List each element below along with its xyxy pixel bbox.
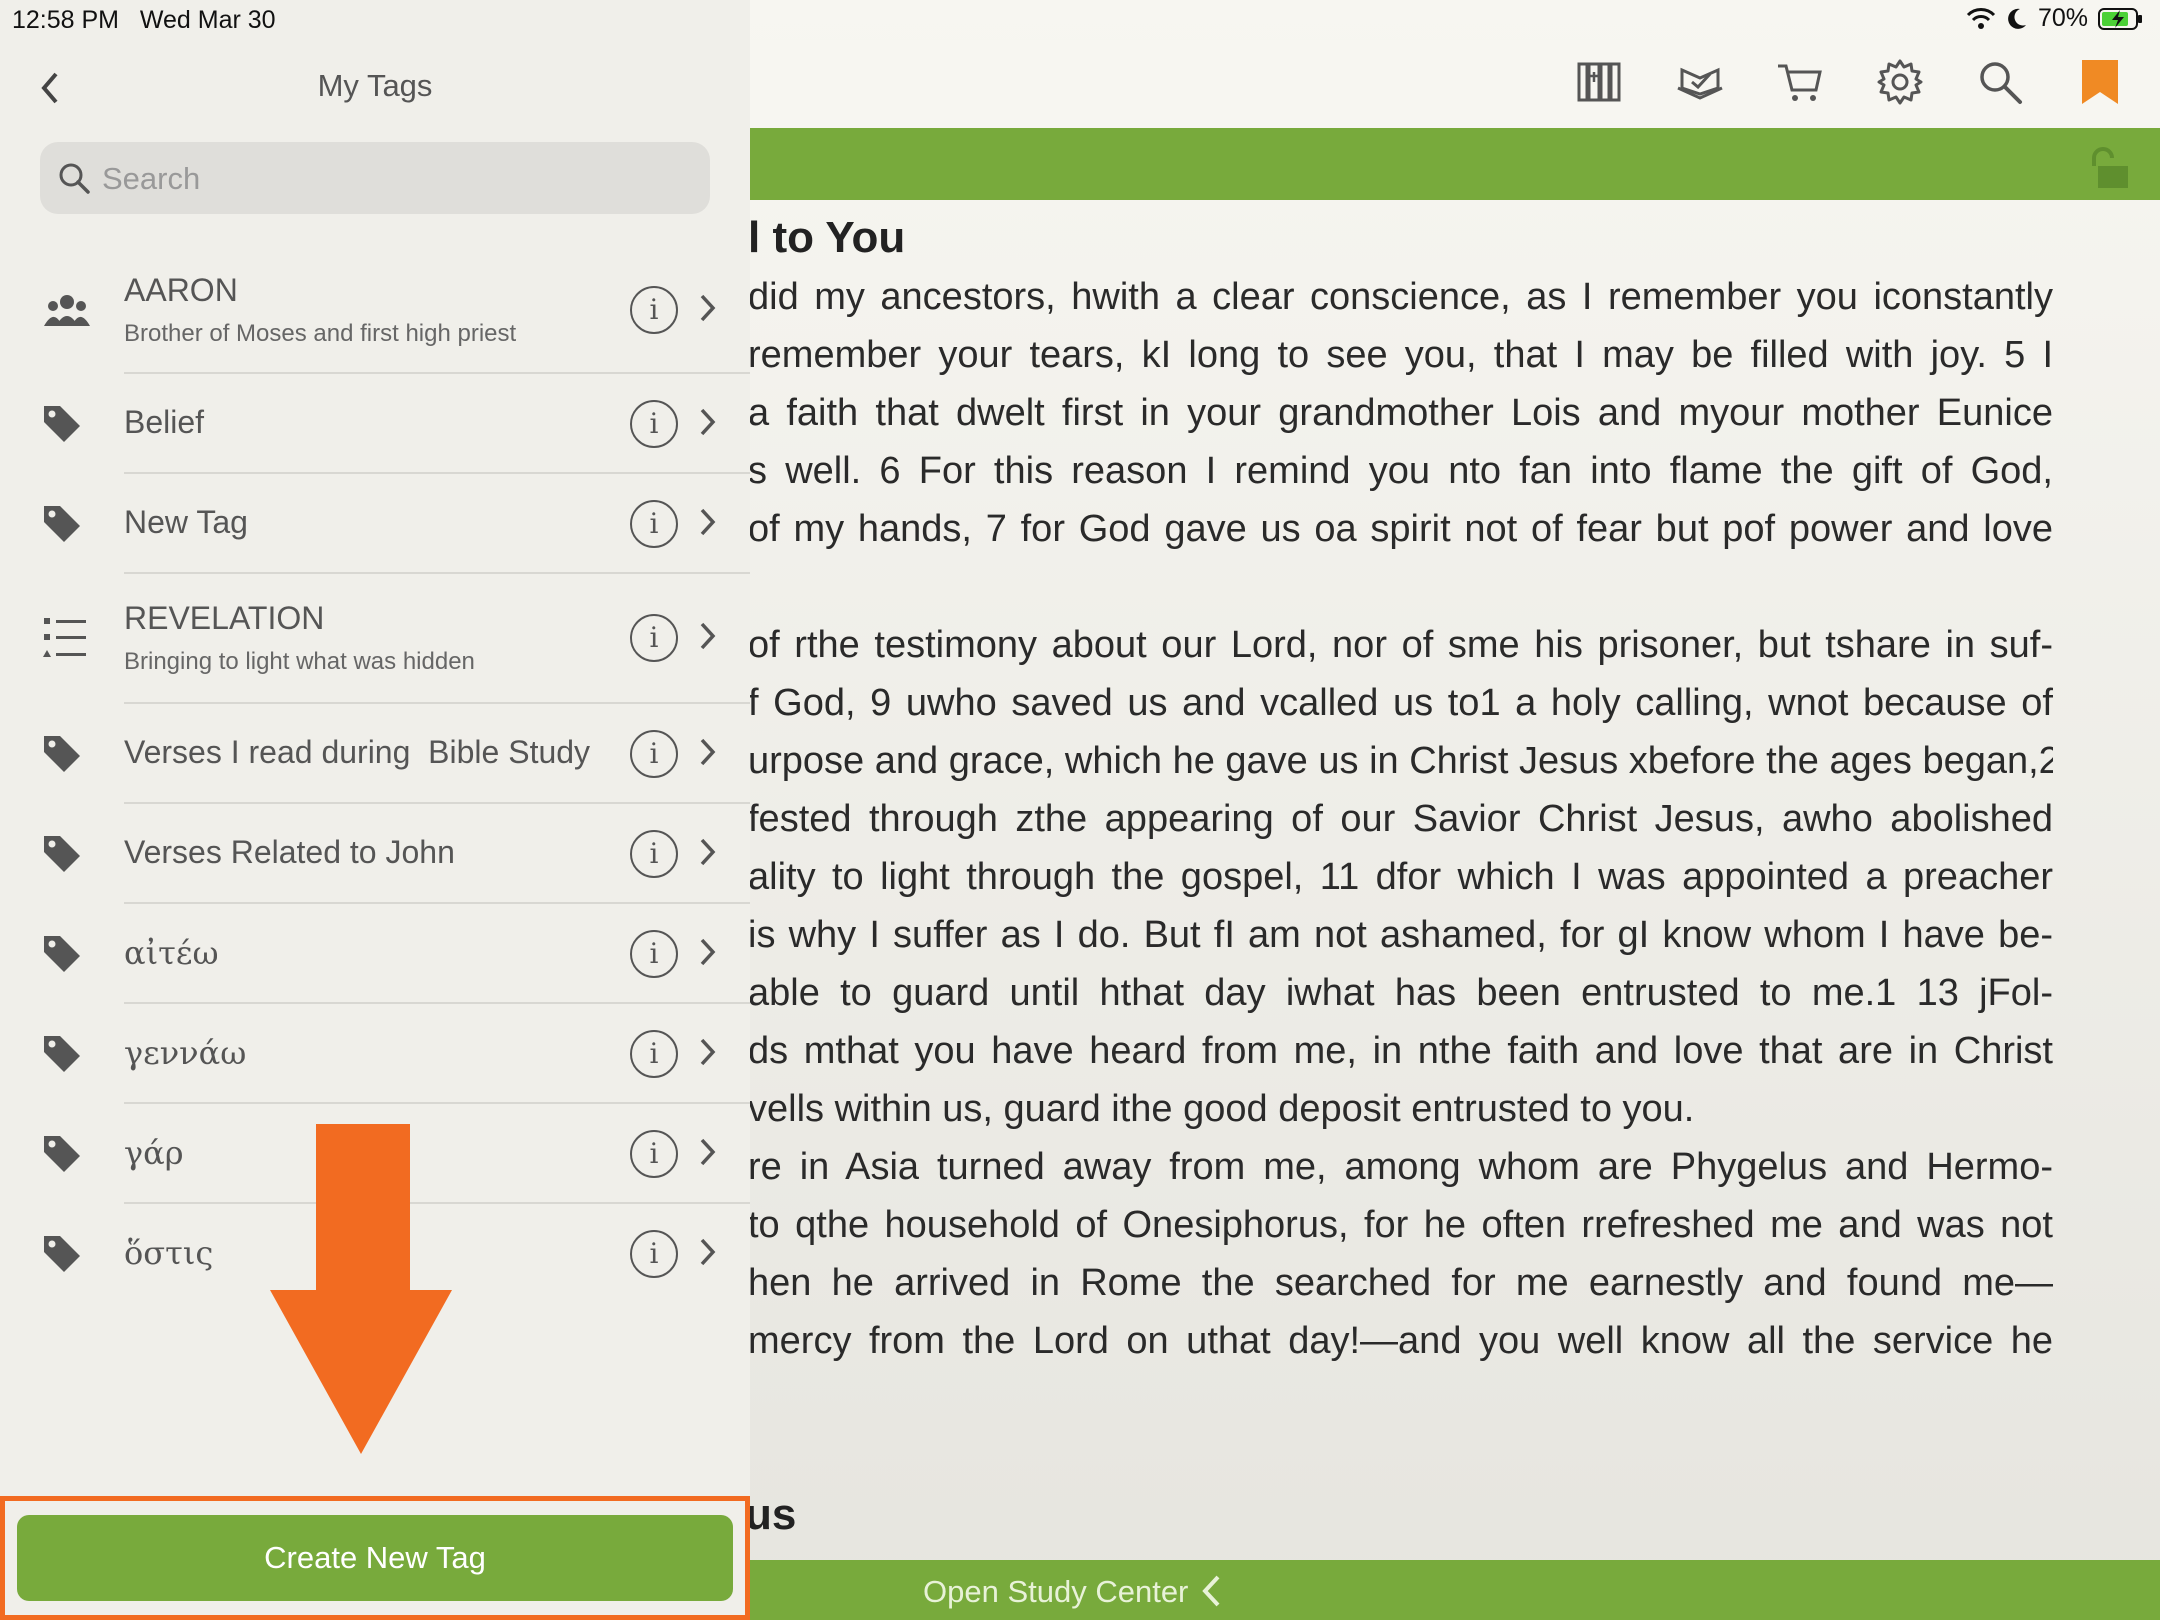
tag-name: Verses I read during Bible Study	[124, 734, 591, 770]
tag-name: αἰτέω	[124, 934, 219, 972]
verse-line[interactable]: vells within us, guard ithe good deposit…	[748, 1080, 2053, 1138]
status-bar: 12:58 PM Wed Mar 30 70%	[0, 0, 2160, 40]
tag-icon	[44, 406, 80, 442]
tag-row-verses-bible-study[interactable]: Verses I read during Bible Study i	[0, 704, 750, 804]
chevron-right-icon[interactable]	[698, 836, 718, 868]
panel-title: My Tags	[317, 68, 433, 103]
chevron-right-icon[interactable]	[698, 1136, 718, 1168]
settings-gear-icon[interactable]	[1876, 58, 1924, 106]
tag-name: AARON	[124, 272, 238, 308]
chevron-right-icon[interactable]	[698, 506, 718, 538]
info-icon[interactable]: i	[630, 930, 678, 978]
tag-search-input[interactable]	[100, 154, 694, 204]
tag-name: New Tag	[124, 504, 248, 540]
tag-icon	[44, 736, 80, 772]
verse-line[interactable]: ds mthat you have heard from me, in nthe…	[748, 1022, 2053, 1080]
chevron-right-icon[interactable]	[698, 406, 718, 438]
info-icon[interactable]: i	[630, 730, 678, 778]
verse-line[interactable]: fested through zthe appearing of our Sav…	[748, 790, 2053, 848]
tag-icon	[44, 1236, 80, 1272]
tag-row-verses-related-john[interactable]: Verses Related to John i	[0, 804, 750, 904]
create-button-highlight: Create New Tag	[0, 1496, 750, 1620]
verse-line[interactable]: mercy from the Lord on uthat day!—and yo…	[748, 1312, 2053, 1370]
verse-line[interactable]: did my ancestors, hwith a clear conscien…	[748, 268, 2053, 326]
verse-line[interactable]: re in Asia turned away from me, among wh…	[748, 1138, 2053, 1196]
chevron-right-icon[interactable]	[698, 620, 718, 652]
reading-plan-icon[interactable]	[1676, 58, 1724, 106]
verse-line[interactable]: hen he arrived in Rome the searched for …	[748, 1254, 2053, 1312]
section-heading: l to You	[748, 213, 906, 262]
tag-name: REVELATION	[124, 600, 325, 636]
my-tags-panel: My Tags AARON Brother of Moses and first…	[0, 0, 750, 1620]
arrow-down-icon	[270, 1124, 452, 1454]
tag-row-aaron[interactable]: AARON Brother of Moses and first high pr…	[0, 260, 750, 374]
tag-name: γεννάω	[124, 1034, 247, 1072]
search-icon	[59, 163, 90, 194]
tag-name: Verses Related to John	[124, 834, 455, 870]
tag-row-new-tag[interactable]: New Tag i	[0, 474, 750, 574]
info-icon[interactable]: i	[630, 1030, 678, 1078]
verse-line[interactable]: of my hands, 7 for God gave us oa spirit…	[748, 500, 2053, 558]
info-icon[interactable]: i	[630, 1130, 678, 1178]
info-icon[interactable]: i	[630, 500, 678, 548]
tag-row-revelation[interactable]: REVELATION Bringing to light what was hi…	[0, 574, 750, 704]
people-icon	[44, 295, 90, 326]
search-icon[interactable]	[1976, 58, 2024, 106]
cart-icon[interactable]	[1776, 58, 1824, 106]
tag-name: γάρ	[124, 1134, 184, 1172]
info-icon[interactable]: i	[630, 830, 678, 878]
verse-spacer	[748, 558, 2053, 616]
unlock-icon[interactable]	[2084, 146, 2132, 190]
verse-line[interactable]: is why I suffer as I do. But fI am not a…	[748, 906, 2053, 964]
chevron-right-icon[interactable]	[698, 736, 718, 768]
chevron-right-icon[interactable]	[698, 1036, 718, 1068]
chevron-left-icon[interactable]	[1200, 1574, 1224, 1608]
tag-description: Bringing to light what was hidden	[124, 648, 475, 675]
create-new-tag-button[interactable]: Create New Tag	[17, 1515, 733, 1601]
tag-search-box[interactable]	[40, 142, 710, 214]
tag-row-aiteo[interactable]: αἰτέω i	[0, 904, 750, 1004]
tag-name: ὅστις	[124, 1234, 214, 1272]
chevron-right-icon[interactable]	[698, 292, 718, 324]
info-icon[interactable]: i	[630, 614, 678, 662]
verse-line[interactable]: to qthe household of Onesiphorus, for he…	[748, 1196, 2053, 1254]
verse-line[interactable]: a faith that dwelt first in your grandmo…	[748, 384, 2053, 442]
moon-icon	[2008, 8, 2026, 29]
battery-percent: 70%	[2037, 4, 2088, 32]
next-section-heading: us	[745, 1490, 797, 1539]
tag-icon	[44, 506, 80, 542]
verse-line[interactable]: s well. 6 For this reason I remind you n…	[748, 442, 2053, 500]
open-study-center-label[interactable]: Open Study Center	[923, 1574, 1188, 1610]
wifi-icon	[1966, 7, 1996, 29]
tag-icon	[44, 836, 80, 872]
list-icon	[43, 618, 86, 657]
verse-line[interactable]: able to guard until hthat day iwhat has …	[748, 964, 2053, 1022]
tag-icon	[44, 1136, 80, 1172]
info-icon[interactable]: i	[630, 1230, 678, 1278]
tag-row-belief[interactable]: Belief i	[0, 374, 750, 474]
tag-name: Belief	[124, 404, 205, 440]
bookmark-ribbon-icon[interactable]	[2076, 58, 2124, 106]
tag-icon	[44, 1036, 80, 1072]
verse-line[interactable]: remember your tears, kI long to see you,…	[748, 326, 2053, 384]
tag-description: Brother of Moses and first high priest	[124, 320, 517, 347]
verse-line[interactable]: of rthe testimony about our Lord, nor of…	[748, 616, 2053, 674]
verse-line[interactable]: urpose and grace, which he gave us in Ch…	[748, 732, 2053, 790]
library-icon[interactable]	[1575, 58, 1623, 106]
verse-line[interactable]: ality to light through the gospel, 11 df…	[748, 848, 2053, 906]
scripture-text: l to You did my ancestors, hwith a clear…	[748, 208, 2053, 1370]
chevron-right-icon[interactable]	[698, 1236, 718, 1268]
tag-icon	[44, 936, 80, 972]
status-time: 12:58 PM Wed Mar 30	[12, 6, 276, 34]
battery-charging-icon	[2098, 7, 2142, 30]
info-icon[interactable]: i	[630, 286, 678, 334]
verse-line[interactable]: f God, 9 uwho saved us and vcalled us to…	[748, 674, 2053, 732]
chevron-right-icon[interactable]	[698, 936, 718, 968]
info-icon[interactable]: i	[630, 400, 678, 448]
tag-row-gennao[interactable]: γεννάω i	[0, 1004, 750, 1104]
